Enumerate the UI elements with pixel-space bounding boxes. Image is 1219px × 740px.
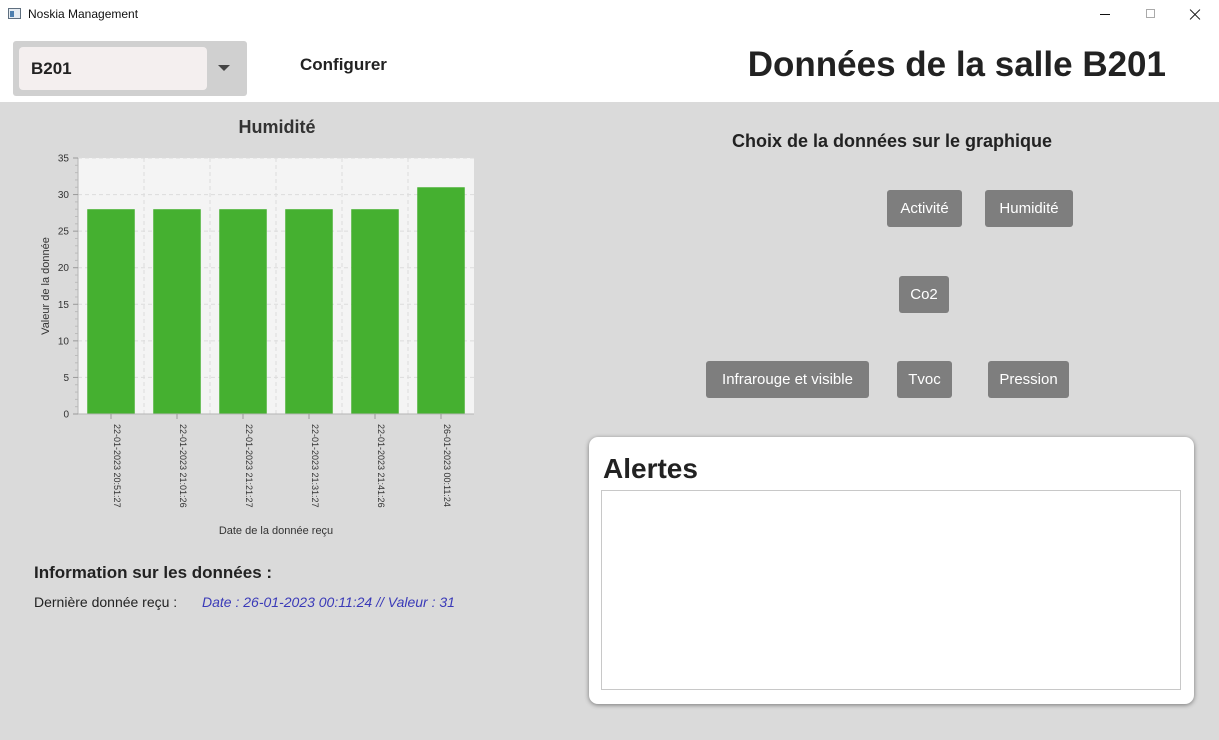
room-select-value: B201 (31, 59, 72, 78)
room-select[interactable]: B201 (13, 41, 247, 96)
maximize-button[interactable] (1128, 0, 1172, 30)
data-bar (219, 209, 267, 414)
y-tick-label: 0 (63, 410, 69, 421)
y-tick-label: 30 (58, 190, 70, 201)
tvoc-button[interactable]: Tvoc (897, 361, 952, 398)
data-bar (285, 209, 333, 414)
infrarouge-button[interactable]: Infrarouge et visible (706, 361, 869, 398)
alerts-text-area[interactable] (601, 490, 1181, 690)
humidite-button[interactable]: Humidité (985, 190, 1073, 227)
minimize-button[interactable] (1082, 0, 1126, 30)
y-tick-label: 5 (63, 373, 69, 384)
co2-button[interactable]: Co2 (899, 276, 949, 313)
data-bar (87, 209, 135, 414)
x-axis-label: Date de la donnée reçu (219, 525, 333, 537)
title-bar: Noskia Management (0, 0, 1219, 30)
y-tick-label: 35 (58, 154, 70, 165)
x-tick-label: 22-01-2023 21:21:27 (244, 424, 254, 508)
info-title: Information sur les données : (34, 563, 273, 582)
y-axis-label: Valeur de la donnée (40, 237, 52, 335)
page-title: Données de la salle B201 (747, 45, 1166, 84)
y-tick-label: 20 (58, 263, 70, 274)
data-bar (351, 209, 399, 414)
x-ticks: 22-01-2023 20:51:27 22-01-2023 21:01:26 22… (110, 414, 452, 508)
app-icon (8, 8, 21, 19)
x-tick-label: 22-01-2023 20:51:27 (112, 424, 122, 508)
pression-button[interactable]: Pression (988, 361, 1069, 398)
last-data-label: Dernière donnée reçu : (34, 594, 178, 610)
chevron-down-icon[interactable] (218, 65, 230, 71)
chart-title: Humidité (238, 117, 316, 137)
activite-button[interactable]: Activité (887, 190, 962, 227)
alerts-panel: Alertes (589, 437, 1194, 704)
x-tick-label: 22-01-2023 21:41:26 (376, 424, 386, 508)
window-title: Noskia Management (28, 7, 139, 21)
room-select-field[interactable]: B201 (19, 47, 207, 90)
humidity-bar-chart: 05101520253035 22-01-2023 20:51:27 22-01-… (40, 154, 474, 537)
y-tick-label: 15 (58, 300, 70, 311)
alerts-title: Alertes (603, 453, 698, 484)
data-choice-title: Choix de la données sur le graphique (731, 131, 1053, 151)
configure-button[interactable]: Configurer (290, 55, 397, 75)
y-ticks: 0 5 10 15 20 25 30 35 (58, 154, 78, 421)
y-tick-label: 10 (58, 336, 70, 347)
close-button[interactable] (1173, 0, 1217, 30)
data-bar (417, 187, 465, 414)
last-data-value: Date : 26-01-2023 00:11:24 // Valeur : 3… (202, 594, 455, 610)
header: B201 Configurer Données de la salle B201 (0, 30, 1219, 102)
y-tick-label: 25 (58, 227, 70, 238)
x-tick-label: 26-01-2023 00:11:24 (442, 424, 452, 507)
x-tick-label: 22-01-2023 21:31:27 (310, 424, 320, 508)
x-tick-label: 22-01-2023 21:01:26 (178, 424, 188, 508)
data-bar (153, 209, 201, 414)
